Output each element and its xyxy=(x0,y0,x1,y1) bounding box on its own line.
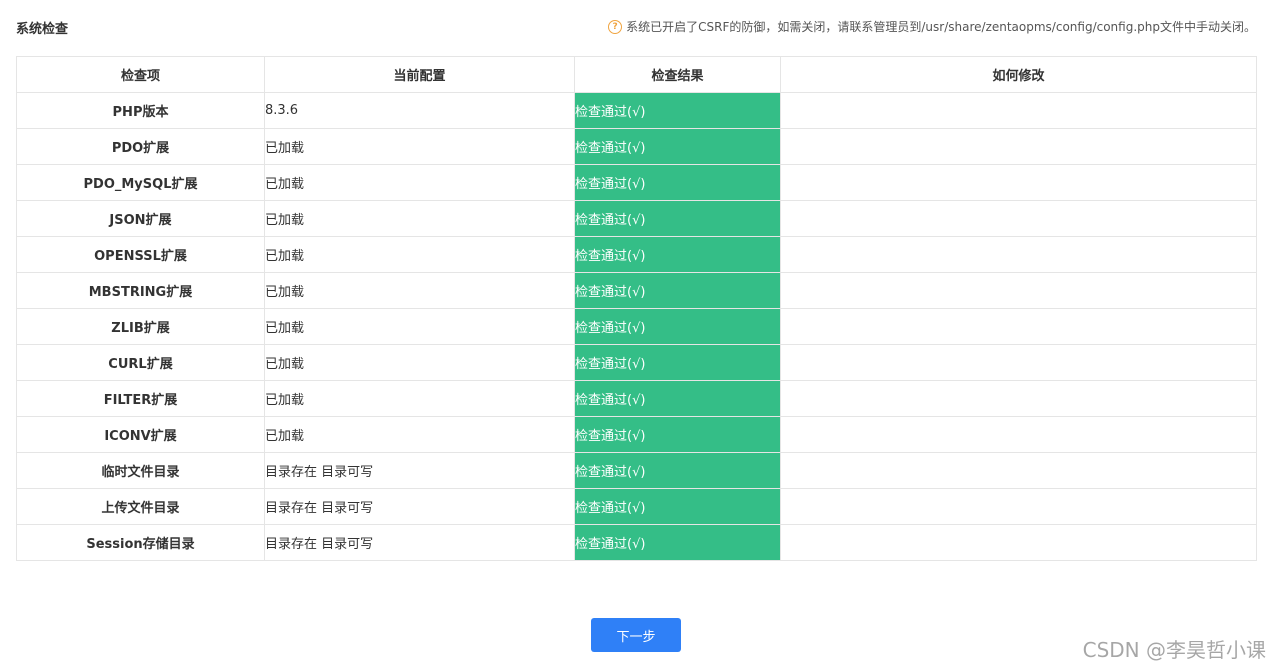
check-result-cell: 检查通过(√) xyxy=(574,380,781,417)
how-to-fix-cell xyxy=(780,416,1257,453)
how-to-fix-cell xyxy=(780,200,1257,237)
how-to-fix-cell xyxy=(780,92,1257,129)
table-row: 临时文件目录 目录存在 目录可写 检查通过(√) xyxy=(16,452,1257,489)
system-check-table: 检查项 当前配置 检查结果 如何修改 PHP版本 8.3.6 检查通过(√) PDO扩… xyxy=(16,56,1257,561)
check-result-cell: 检查通过(√) xyxy=(574,488,781,525)
check-item-cell: FILTER扩展 xyxy=(16,380,265,417)
table-row: JSON扩展 已加载 检查通过(√) xyxy=(16,200,1257,237)
check-result-cell: 检查通过(√) xyxy=(574,308,781,345)
check-item-cell: CURL扩展 xyxy=(16,344,265,381)
table-row: FILTER扩展 已加载 检查通过(√) xyxy=(16,380,1257,417)
current-config-cell: 已加载 xyxy=(264,200,575,237)
how-to-fix-cell xyxy=(780,236,1257,273)
check-item-cell: 上传文件目录 xyxy=(16,488,265,525)
check-result-cell: 检查通过(√) xyxy=(574,164,781,201)
how-to-fix-cell xyxy=(780,308,1257,345)
check-result-cell: 检查通过(√) xyxy=(574,272,781,309)
check-item-cell: JSON扩展 xyxy=(16,200,265,237)
current-config-cell: 已加载 xyxy=(264,380,575,417)
table-row: PDO_MySQL扩展 已加载 检查通过(√) xyxy=(16,164,1257,201)
how-to-fix-cell xyxy=(780,380,1257,417)
how-to-fix-cell xyxy=(780,128,1257,165)
check-result-cell: 检查通过(√) xyxy=(574,452,781,489)
header-how-to-fix: 如何修改 xyxy=(780,56,1257,93)
current-config-cell: 已加载 xyxy=(264,236,575,273)
header-current-config: 当前配置 xyxy=(264,56,575,93)
check-item-cell: 临时文件目录 xyxy=(16,452,265,489)
current-config-cell: 已加载 xyxy=(264,344,575,381)
question-circle-icon: ? xyxy=(608,19,623,34)
table-row: MBSTRING扩展 已加载 检查通过(√) xyxy=(16,272,1257,309)
current-config-cell: 已加载 xyxy=(264,272,575,309)
current-config-cell: 8.3.6 xyxy=(264,92,575,129)
how-to-fix-cell xyxy=(780,344,1257,381)
header-check-item: 检查项 xyxy=(16,56,265,93)
csrf-notice: ? 系统已开启了CSRF的防御，如需关闭，请联系管理员到/usr/share/z… xyxy=(608,18,1256,35)
check-item-cell: MBSTRING扩展 xyxy=(16,272,265,309)
current-config-cell: 已加载 xyxy=(264,308,575,345)
how-to-fix-cell xyxy=(780,524,1257,561)
how-to-fix-cell xyxy=(780,164,1257,201)
csrf-notice-text: 系统已开启了CSRF的防御，如需关闭，请联系管理员到/usr/share/zen… xyxy=(626,20,1256,34)
check-result-cell: 检查通过(√) xyxy=(574,128,781,165)
check-result-cell: 检查通过(√) xyxy=(574,416,781,453)
table-row: ZLIB扩展 已加载 检查通过(√) xyxy=(16,308,1257,345)
check-result-cell: 检查通过(√) xyxy=(574,200,781,237)
check-item-cell: OPENSSL扩展 xyxy=(16,236,265,273)
check-result-cell: 检查通过(√) xyxy=(574,92,781,129)
header: 系统检查 ? 系统已开启了CSRF的防御，如需关闭，请联系管理员到/usr/sh… xyxy=(16,16,1256,38)
table-row: OPENSSL扩展 已加载 检查通过(√) xyxy=(16,236,1257,273)
check-result-cell: 检查通过(√) xyxy=(574,524,781,561)
how-to-fix-cell xyxy=(780,488,1257,525)
table-row: PDO扩展 已加载 检查通过(√) xyxy=(16,128,1257,165)
table-row: Session存储目录 目录存在 目录可写 检查通过(√) xyxy=(16,524,1257,561)
current-config-cell: 目录存在 目录可写 xyxy=(264,452,575,489)
install-check-page: 系统检查 ? 系统已开启了CSRF的防御，如需关闭，请联系管理员到/usr/sh… xyxy=(0,0,1272,671)
check-item-cell: Session存储目录 xyxy=(16,524,265,561)
check-item-cell: ICONV扩展 xyxy=(16,416,265,453)
current-config-cell: 已加载 xyxy=(264,416,575,453)
table-row: CURL扩展 已加载 检查通过(√) xyxy=(16,344,1257,381)
check-item-cell: ZLIB扩展 xyxy=(16,308,265,345)
header-check-result: 检查结果 xyxy=(574,56,781,93)
current-config-cell: 目录存在 目录可写 xyxy=(264,524,575,561)
table-header-row: 检查项 当前配置 检查结果 如何修改 xyxy=(16,56,1257,93)
how-to-fix-cell xyxy=(780,452,1257,489)
page-title: 系统检查 xyxy=(16,22,69,37)
how-to-fix-cell xyxy=(780,272,1257,309)
current-config-cell: 目录存在 目录可写 xyxy=(264,488,575,525)
check-item-cell: PDO_MySQL扩展 xyxy=(16,164,265,201)
check-result-cell: 检查通过(√) xyxy=(574,344,781,381)
check-result-cell: 检查通过(√) xyxy=(574,236,781,273)
csdn-watermark: CSDN @李昊哲小课 xyxy=(1082,638,1266,662)
table-row: ICONV扩展 已加载 检查通过(√) xyxy=(16,416,1257,453)
table-row: 上传文件目录 目录存在 目录可写 检查通过(√) xyxy=(16,488,1257,525)
current-config-cell: 已加载 xyxy=(264,128,575,165)
next-step-button[interactable]: 下一步 xyxy=(591,618,681,652)
check-item-cell: PDO扩展 xyxy=(16,128,265,165)
check-item-cell: PHP版本 xyxy=(16,92,265,129)
table-row: PHP版本 8.3.6 检查通过(√) xyxy=(16,92,1257,129)
current-config-cell: 已加载 xyxy=(264,164,575,201)
